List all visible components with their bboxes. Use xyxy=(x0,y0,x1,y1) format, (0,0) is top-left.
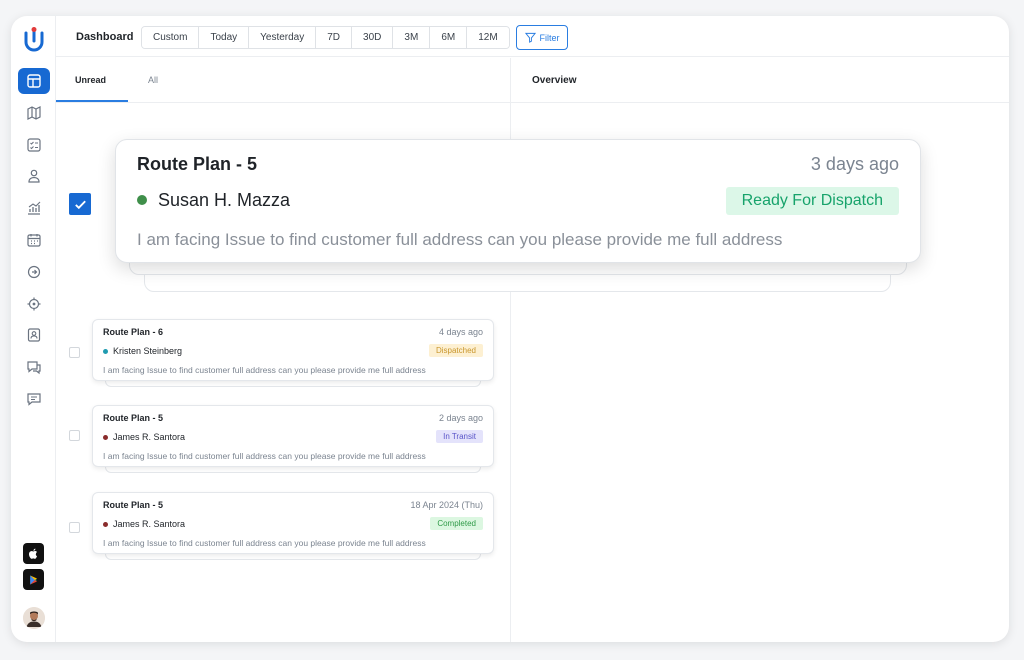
messages-icon[interactable] xyxy=(18,386,50,412)
message-checkbox[interactable] xyxy=(69,522,80,533)
message-checkbox[interactable] xyxy=(69,347,80,358)
status-dot xyxy=(103,349,108,354)
status-dot xyxy=(103,522,108,527)
timestamp: 4 days ago xyxy=(438,327,483,337)
status-dot xyxy=(103,435,108,440)
route-plan-title: Route Plan - 5 xyxy=(137,154,258,174)
message-preview: I am facing Issue to find customer full … xyxy=(103,365,426,375)
range-12m[interactable]: 12M xyxy=(467,27,509,48)
checklist-icon[interactable] xyxy=(18,132,50,158)
range-30d[interactable]: 30D xyxy=(352,27,394,48)
map-icon[interactable] xyxy=(18,100,50,126)
sidebar xyxy=(11,16,56,642)
calendar-icon[interactable] xyxy=(18,227,50,253)
message-card[interactable]: Route Plan - 5 2 days ago James R. Santo… xyxy=(92,405,494,467)
status-dot xyxy=(137,195,147,205)
message-preview: I am facing Issue to find customer full … xyxy=(103,451,426,461)
selected-checkbox[interactable] xyxy=(69,193,91,215)
timestamp: 2 days ago xyxy=(438,413,483,423)
driver-name: Susan H. Mazza xyxy=(158,190,291,210)
sidebar-nav xyxy=(18,68,50,418)
active-tab-indicator xyxy=(56,100,128,102)
support-icon[interactable] xyxy=(18,354,50,380)
range-today[interactable]: Today xyxy=(199,27,250,48)
users-icon[interactable] xyxy=(18,163,50,189)
range-custom[interactable]: Custom xyxy=(142,27,200,48)
overview-title: Overview xyxy=(532,75,577,86)
message-tabs: Unread All xyxy=(56,58,511,103)
dashboard-icon[interactable] xyxy=(18,68,50,94)
message-preview: I am facing Issue to find customer full … xyxy=(137,230,783,249)
apple-store-icon[interactable] xyxy=(23,543,44,564)
date-range-selector: Custom Today Yesterday 7D 30D 3M 6M 12M xyxy=(141,26,510,49)
message-checkbox[interactable] xyxy=(69,430,80,441)
driver-name: James R. Santora xyxy=(113,432,186,442)
highlighted-message-card[interactable]: Route Plan - 5 3 days ago Susan H. Mazza… xyxy=(115,139,921,263)
divider xyxy=(511,102,1009,103)
range-6m[interactable]: 6M xyxy=(430,27,468,48)
route-plan-title: Route Plan - 5 xyxy=(103,413,164,423)
location-icon[interactable] xyxy=(18,291,50,317)
app-logo[interactable] xyxy=(21,26,47,52)
status-badge: Dispatched xyxy=(428,344,483,357)
tab-unread[interactable]: Unread xyxy=(75,75,106,85)
filter-label: Filter xyxy=(539,32,560,43)
top-bar: Dashboard Custom Today Yesterday 7D 30D … xyxy=(56,16,1009,57)
message-card[interactable]: Route Plan - 6 4 days ago Kristen Steinb… xyxy=(92,319,494,381)
driver-name: James R. Santora xyxy=(113,519,186,529)
driver-name: Kristen Steinberg xyxy=(113,346,183,356)
checkmark-icon xyxy=(74,200,86,209)
tab-all[interactable]: All xyxy=(148,75,158,85)
range-7d[interactable]: 7D xyxy=(316,27,353,48)
app-window: Dashboard Custom Today Yesterday 7D 30D … xyxy=(11,16,1009,642)
status-badge: Completed xyxy=(430,517,483,530)
filter-button[interactable]: Filter xyxy=(516,25,568,50)
range-3m[interactable]: 3M xyxy=(393,27,431,48)
user-avatar[interactable] xyxy=(23,607,45,629)
status-badge: In Transit xyxy=(436,430,483,443)
message-card[interactable]: Route Plan - 5 18 Apr 2024 (Thu) James R… xyxy=(92,492,494,554)
message-preview: I am facing Issue to find customer full … xyxy=(103,538,426,548)
contacts-icon[interactable] xyxy=(18,322,50,348)
timestamp: 18 Apr 2024 (Thu) xyxy=(410,500,483,510)
route-plan-title: Route Plan - 5 xyxy=(103,500,164,510)
route-plan-title: Route Plan - 6 xyxy=(103,327,164,337)
analytics-icon[interactable] xyxy=(18,195,50,221)
filter-icon xyxy=(524,32,536,43)
play-store-icon[interactable] xyxy=(23,569,44,590)
dispatch-icon[interactable] xyxy=(18,259,50,285)
range-yesterday[interactable]: Yesterday xyxy=(249,27,317,48)
status-badge: Ready For Dispatch xyxy=(725,187,899,215)
page-title: Dashboard xyxy=(76,31,134,43)
timestamp: 3 days ago xyxy=(810,154,899,174)
